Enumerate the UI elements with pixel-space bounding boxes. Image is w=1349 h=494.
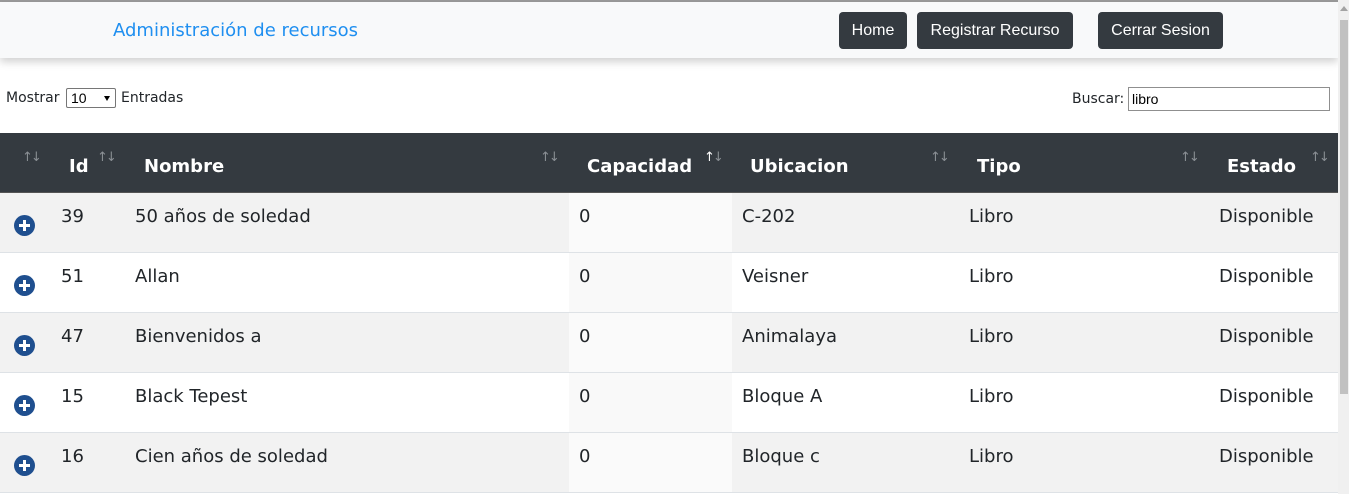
plus-circle-icon[interactable] bbox=[14, 335, 35, 356]
cell-tipo: Libro bbox=[969, 386, 1014, 407]
cell-estado: Disponible bbox=[1219, 326, 1314, 347]
register-resource-button[interactable]: Registrar Recurso bbox=[917, 12, 1073, 49]
table-row[interactable]: 15 Black Tepest 0 Bloque A Libro Disponi… bbox=[0, 373, 1338, 433]
cell-id: 39 bbox=[61, 206, 84, 227]
cell-capacidad: 0 bbox=[579, 266, 591, 287]
navbar: Administración de recursos Home Registra… bbox=[0, 2, 1338, 58]
cell-ubicacion: Bloque c bbox=[742, 446, 820, 467]
cell-nombre: Cien años de soledad bbox=[135, 446, 328, 467]
sort-arrows-icon[interactable]: ↑↓ bbox=[1180, 150, 1200, 165]
capacity-cell-bg bbox=[569, 373, 732, 432]
column-header-id[interactable]: Id bbox=[69, 156, 89, 177]
cell-estado: Disponible bbox=[1219, 446, 1314, 467]
column-header-ubicacion[interactable]: Ubicacion bbox=[750, 156, 849, 177]
cell-id: 15 bbox=[61, 386, 84, 407]
dropdown-arrow-icon bbox=[104, 96, 110, 101]
cell-ubicacion: Bloque A bbox=[742, 386, 823, 407]
column-header-tipo[interactable]: Tipo bbox=[977, 156, 1021, 177]
cell-capacidad: 0 bbox=[579, 206, 591, 227]
entries-label: Entradas bbox=[121, 90, 184, 106]
cell-estado: Disponible bbox=[1219, 206, 1314, 227]
cell-ubicacion: C-202 bbox=[742, 206, 796, 227]
column-header-capacidad[interactable]: Capacidad bbox=[587, 156, 692, 177]
column-header-nombre[interactable]: Nombre bbox=[144, 156, 224, 177]
capacity-cell-bg bbox=[569, 433, 732, 492]
cell-capacidad: 0 bbox=[579, 386, 591, 407]
cell-tipo: Libro bbox=[969, 266, 1014, 287]
cell-capacidad: 0 bbox=[579, 326, 591, 347]
cell-estado: Disponible bbox=[1219, 266, 1314, 287]
capacity-cell-bg bbox=[569, 253, 732, 312]
search-label: Buscar: bbox=[1072, 91, 1125, 107]
sort-arrows-icon[interactable]: ↑↓ bbox=[97, 150, 117, 165]
cell-nombre: 50 años de soledad bbox=[135, 206, 311, 227]
plus-circle-icon[interactable] bbox=[14, 455, 35, 476]
brand-title[interactable]: Administración de recursos bbox=[113, 20, 358, 41]
scroll-thumb[interactable] bbox=[1340, 20, 1348, 394]
scroll-up-icon[interactable] bbox=[1340, 6, 1348, 11]
table-row[interactable]: 16 Cien años de soledad 0 Bloque c Libro… bbox=[0, 433, 1338, 493]
sort-arrows-icon[interactable]: ↑↓ bbox=[1310, 150, 1330, 165]
page-scrollbar[interactable] bbox=[1338, 0, 1349, 494]
home-button[interactable]: Home bbox=[839, 12, 907, 49]
sort-arrows-icon[interactable]: ↑↓ bbox=[22, 150, 42, 165]
cell-id: 51 bbox=[61, 266, 84, 287]
capacity-cell-bg bbox=[569, 193, 732, 252]
cell-nombre: Bienvenidos a bbox=[135, 326, 262, 347]
table-header: ↑↓ Id ↑↓ Nombre ↑↓ Capacidad ↑↓ Ubicacio… bbox=[0, 133, 1338, 193]
cell-tipo: Libro bbox=[969, 446, 1014, 467]
logout-button[interactable]: Cerrar Sesion bbox=[1098, 12, 1223, 49]
capacity-cell-bg bbox=[569, 313, 732, 372]
sort-arrows-icon[interactable]: ↑↓ bbox=[930, 150, 950, 165]
cell-estado: Disponible bbox=[1219, 386, 1314, 407]
plus-circle-icon[interactable] bbox=[14, 395, 35, 416]
show-label: Mostrar bbox=[6, 90, 60, 106]
column-header-estado[interactable]: Estado bbox=[1227, 156, 1296, 177]
table-row[interactable]: 51 Allan 0 Veisner Libro Disponible bbox=[0, 253, 1338, 313]
sort-asc-active-icon[interactable]: ↑↓ bbox=[704, 150, 724, 165]
cell-nombre: Black Tepest bbox=[135, 386, 248, 407]
cell-nombre: Allan bbox=[135, 266, 180, 287]
plus-circle-icon[interactable] bbox=[14, 215, 35, 236]
page-size-select[interactable]: 10 bbox=[66, 88, 116, 108]
table-row[interactable]: 39 50 años de soledad 0 C-202 Libro Disp… bbox=[0, 193, 1338, 253]
plus-circle-icon[interactable] bbox=[14, 275, 35, 296]
sort-arrows-icon[interactable]: ↑↓ bbox=[540, 150, 560, 165]
cell-id: 47 bbox=[61, 326, 84, 347]
cell-tipo: Libro bbox=[969, 206, 1014, 227]
cell-id: 16 bbox=[61, 446, 84, 467]
cell-tipo: Libro bbox=[969, 326, 1014, 347]
page-size-value: 10 bbox=[71, 90, 87, 106]
cell-capacidad: 0 bbox=[579, 446, 591, 467]
search-input[interactable] bbox=[1128, 87, 1330, 111]
table-row[interactable]: 47 Bienvenidos a 0 Animalaya Libro Dispo… bbox=[0, 313, 1338, 373]
cell-ubicacion: Veisner bbox=[742, 266, 809, 287]
cell-ubicacion: Animalaya bbox=[742, 326, 838, 347]
